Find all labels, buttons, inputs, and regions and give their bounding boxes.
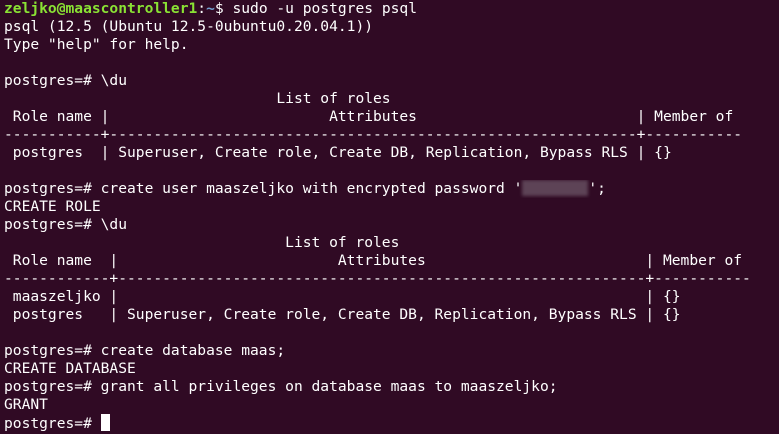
roles-table-title: List of roles <box>4 234 400 251</box>
prompt-user-host: zeljko@maascontroller1 <box>4 0 198 17</box>
roles-table-divider: -----------+----------------------------… <box>4 126 743 143</box>
roles-table-divider: ------------+---------------------------… <box>4 270 751 287</box>
psql-prompt: postgres=# <box>4 415 101 432</box>
create-user-command: postgres=# create user maaszeljko with e… <box>4 180 523 197</box>
shell-command: sudo -u postgres psql <box>232 0 417 17</box>
psql-command-line: postgres=# create database maas; <box>4 342 286 359</box>
shell-prompt-line: zeljko@maascontroller1:~$ sudo -u postgr… <box>4 0 779 18</box>
prompt-path: ~ <box>206 0 215 17</box>
psql-command-line: postgres=# \du <box>4 72 128 89</box>
psql-command-line: postgres=# \du <box>4 216 128 233</box>
psql-active-prompt[interactable]: postgres=# <box>4 414 779 432</box>
roles-table-row: maaszeljko | | {} <box>4 288 681 305</box>
create-user-command-end: '; <box>588 180 606 197</box>
prompt-separator: : <box>197 0 207 17</box>
roles-table-header: Role name | Attributes | Member of <box>4 108 734 125</box>
prompt-dollar: $ <box>214 0 233 17</box>
roles-table-row: postgres | Superuser, Create role, Creat… <box>4 306 681 323</box>
psql-output-line: CREATE ROLE <box>4 198 101 215</box>
psql-version-line: psql (12.5 (Ubuntu 12.5-0ubuntu0.20.04.1… <box>4 18 374 35</box>
psql-command-line: postgres=# create user maaszeljko with e… <box>4 180 779 198</box>
redacted-password <box>522 180 589 196</box>
psql-help-line: Type "help" for help. <box>4 36 189 53</box>
terminal-window[interactable]: zeljko@maascontroller1:~$ sudo -u postgr… <box>0 0 779 434</box>
roles-table-header: Role name | Attributes | Member of <box>4 252 743 269</box>
psql-output-line: CREATE DATABASE <box>4 360 136 377</box>
text-cursor[interactable] <box>100 414 110 431</box>
psql-command-line: postgres=# grant all privileges on datab… <box>4 378 558 395</box>
roles-table-title: List of roles <box>4 90 391 107</box>
roles-table-row: postgres | Superuser, Create role, Creat… <box>4 144 672 161</box>
psql-output-line: GRANT <box>4 396 48 413</box>
